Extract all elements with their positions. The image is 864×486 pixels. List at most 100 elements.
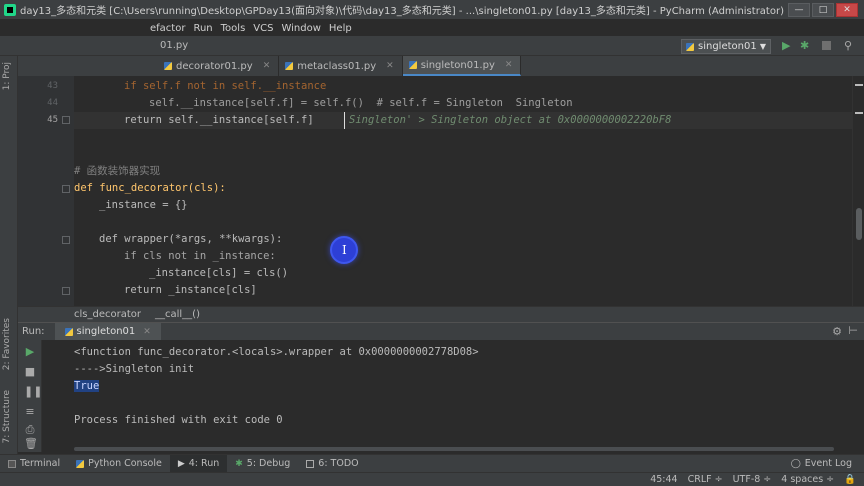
indent-setting[interactable]: 4 spaces ÷ <box>781 474 834 485</box>
pycharm-logo-icon <box>4 3 16 16</box>
code-line: return _instance[cls] <box>124 284 257 296</box>
editor-scrollbar[interactable] <box>852 76 864 306</box>
code-line: self.__instance[self.f] = self.f() # sel… <box>149 97 573 109</box>
tool-tab-label: 5: Debug <box>246 458 291 469</box>
python-file-icon <box>408 61 417 69</box>
tab-singleton01[interactable]: singleton01.py ✕ <box>402 56 522 76</box>
tool-tab-terminal[interactable]: Terminal <box>0 455 68 473</box>
run-config-select[interactable]: singleton01 ▼ <box>681 39 771 54</box>
left-tool-strip: 1: Proj 2: Favorites 7: Structure <box>0 56 18 456</box>
tool-tab-todo[interactable]: 6: TODO <box>298 455 366 473</box>
delete-icon[interactable]: 🗑 <box>24 438 38 450</box>
favorites-tool-tab[interactable]: 2: Favorites <box>2 318 12 370</box>
pause-icon[interactable]: ❚❚ <box>24 386 42 398</box>
line-separator[interactable]: CRLF ÷ <box>688 474 723 485</box>
rerun-icon[interactable]: ▶ <box>24 346 36 358</box>
selected-text: True <box>74 380 100 392</box>
close-tab-icon[interactable]: ✕ <box>143 327 151 337</box>
code-comment: # 函数装饰器实现 <box>74 165 161 177</box>
python-file-icon <box>686 42 694 51</box>
tool-tab-run[interactable]: ▶ 4: Run <box>169 454 228 473</box>
stop-icon[interactable]: ■ <box>24 366 36 378</box>
tab-decorator01[interactable]: decorator01.py ✕ <box>158 56 280 76</box>
run-icon[interactable]: ▶ <box>782 39 790 52</box>
menu-vcs[interactable]: VCS <box>253 23 273 34</box>
menu-help[interactable]: Help <box>329 23 352 34</box>
pycharm-window: day13_多态和元类 [C:\Users\running\Desktop\GP… <box>0 0 864 486</box>
menu-window[interactable]: Window <box>281 23 320 34</box>
fold-marker-icon[interactable] <box>62 236 70 244</box>
tool-tab-label: 4: Run <box>188 458 220 469</box>
breadcrumb-method[interactable]: __call__() <box>155 309 200 320</box>
code-line: def wrapper(*args, **kwargs): <box>99 233 283 245</box>
console-line: <function func_decorator.<locals>.wrappe… <box>74 346 479 358</box>
debug-icon[interactable]: ✱ <box>800 39 809 52</box>
menu-tools[interactable]: Tools <box>221 23 246 34</box>
nav-file-crumb[interactable]: 01.py <box>160 40 188 51</box>
debug-icon: ✱ <box>235 458 243 469</box>
scrollbar-thumb[interactable] <box>856 208 862 240</box>
gear-icon[interactable]: ⚙ <box>832 325 842 338</box>
run-panel-header: Run: singleton01 ✕ ⚙ ⊢ <box>18 322 864 341</box>
code-line: if cls not in _instance: <box>124 250 276 262</box>
structure-tool-tab[interactable]: 7: Structure <box>2 390 12 444</box>
tab-label: metaclass01.py <box>297 60 377 72</box>
tab-metaclass01[interactable]: metaclass01.py ✕ <box>279 56 403 76</box>
project-tool-tab[interactable]: 1: Proj <box>2 62 12 90</box>
todo-icon <box>306 459 315 468</box>
event-log-label: Event Log <box>804 458 852 469</box>
tab-label: singleton01.py <box>420 59 495 71</box>
maximize-button[interactable]: □ <box>812 2 834 17</box>
code-line: return self.__instance[self.f] <box>124 114 314 126</box>
tool-tab-debug[interactable]: ✱ 5: Debug <box>227 455 298 473</box>
stop-icon[interactable] <box>822 41 831 50</box>
hide-panel-icon[interactable]: ⊢ <box>848 324 858 337</box>
run-panel-label: Run: <box>22 326 45 337</box>
code-line: _instance = {} <box>99 199 188 211</box>
scroll-marker <box>855 84 863 86</box>
chevron-down-icon: ▼ <box>759 42 766 51</box>
print-icon[interactable]: ⎙ <box>24 424 36 436</box>
code-line: _instance[cls] = cls() <box>149 267 289 279</box>
line-number: 45 <box>47 115 58 125</box>
fold-marker-icon[interactable] <box>62 116 70 124</box>
close-tab-icon[interactable]: ✕ <box>505 60 513 70</box>
code-line: if self.f not in self.__instance <box>124 80 327 92</box>
event-log-button[interactable]: ◯ Event Log <box>791 458 852 469</box>
tab-label: decorator01.py <box>176 60 253 72</box>
title-bar: day13_多态和元类 [C:\Users\running\Desktop\GP… <box>0 0 864 20</box>
console-horizontal-scrollbar[interactable] <box>42 446 852 452</box>
close-tab-icon[interactable]: ✕ <box>263 61 271 71</box>
menu-run[interactable]: Run <box>193 23 212 34</box>
minimize-button[interactable]: — <box>788 2 810 17</box>
file-encoding[interactable]: UTF-8 ÷ <box>733 474 772 485</box>
python-file-icon <box>164 62 172 70</box>
close-button[interactable]: ✕ <box>836 2 858 17</box>
menu-refactor[interactable]: efactor <box>150 23 185 34</box>
run-console-output[interactable]: <function func_decorator.<locals>.wrappe… <box>42 340 864 452</box>
fold-marker-icon[interactable] <box>62 287 70 295</box>
run-icon: ▶ <box>177 458 185 469</box>
breadcrumb-class[interactable]: cls_decorator <box>74 309 141 320</box>
python-console-icon <box>76 459 85 468</box>
close-tab-icon[interactable]: ✕ <box>386 61 394 71</box>
run-toolbar: ▶ ■ ❚❚ ≡ ⎙ 🗑 <box>18 340 42 452</box>
event-log-icon: ◯ <box>790 458 801 469</box>
python-file-icon <box>64 327 73 336</box>
tool-tab-python-console[interactable]: Python Console <box>68 455 170 473</box>
soft-wrap-icon[interactable]: ≡ <box>24 406 36 418</box>
fold-marker-icon[interactable] <box>62 185 70 193</box>
run-config-label: singleton01 <box>698 41 757 52</box>
search-icon[interactable]: ⚲ <box>844 39 852 52</box>
lock-icon[interactable]: 🔒 <box>844 474 856 485</box>
window-title: day13_多态和元类 [C:\Users\running\Desktop\GP… <box>20 6 784 17</box>
editor-gutter: 43 44 45 <box>18 76 74 306</box>
scrollbar-thumb[interactable] <box>74 447 834 451</box>
tool-tab-label: 6: TODO <box>318 458 359 469</box>
code-line: def func_decorator(cls): <box>74 182 226 194</box>
code-editor[interactable]: if self.f not in self.__instance self.__… <box>74 76 852 306</box>
editor-tabs: decorator01.py ✕ metaclass01.py ✕ single… <box>158 56 522 76</box>
caret-position[interactable]: 45:44 <box>650 474 677 485</box>
run-tab-singleton01[interactable]: singleton01 ✕ <box>54 322 161 341</box>
console-line: Process finished with exit code 0 <box>74 414 283 426</box>
